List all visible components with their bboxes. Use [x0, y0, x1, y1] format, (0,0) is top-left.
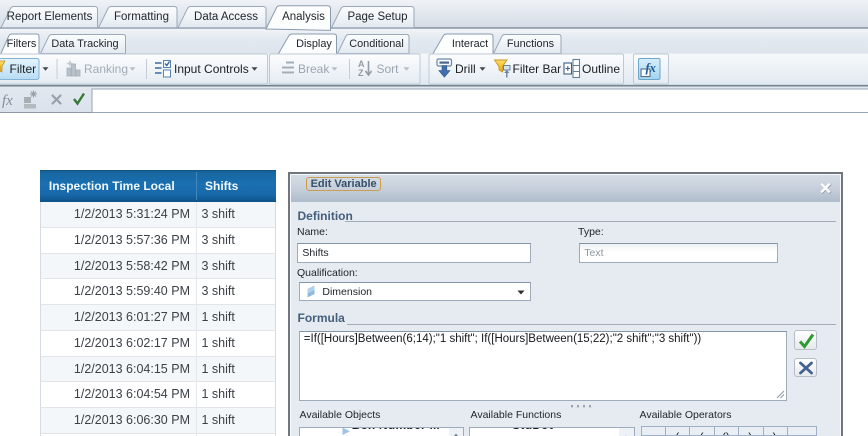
svg-text:Data Access: Data Access	[194, 11, 258, 23]
svg-text:Formatting: Formatting	[114, 11, 169, 23]
svg-text:Sort: Sort	[377, 62, 400, 76]
svg-text:Analysis: Analysis	[282, 11, 325, 23]
svg-text:Report Elements: Report Elements	[7, 11, 93, 23]
svg-text:Display: Display	[296, 38, 332, 50]
svg-text:fx: fx	[2, 93, 13, 109]
svg-text:Drill: Drill	[455, 62, 476, 76]
svg-text:Filters: Filters	[7, 38, 37, 50]
svg-text:Ranking: Ranking	[84, 62, 128, 76]
svg-text:fx: fx	[646, 61, 656, 75]
svg-text:Outline: Outline	[582, 62, 620, 76]
svg-text:Break: Break	[298, 62, 330, 76]
svg-text:Input Controls: Input Controls	[174, 62, 249, 76]
svg-text:Interact: Interact	[452, 38, 488, 50]
svg-text:Data Tracking: Data Tracking	[51, 38, 118, 50]
svg-text:Page Setup: Page Setup	[347, 11, 407, 23]
svg-text:Filter: Filter	[10, 62, 37, 76]
svg-text:Filter Bar: Filter Bar	[513, 62, 562, 76]
svg-text:Conditional: Conditional	[349, 38, 404, 50]
svg-text:Z: Z	[358, 68, 364, 78]
svg-text:Functions: Functions	[507, 38, 555, 50]
